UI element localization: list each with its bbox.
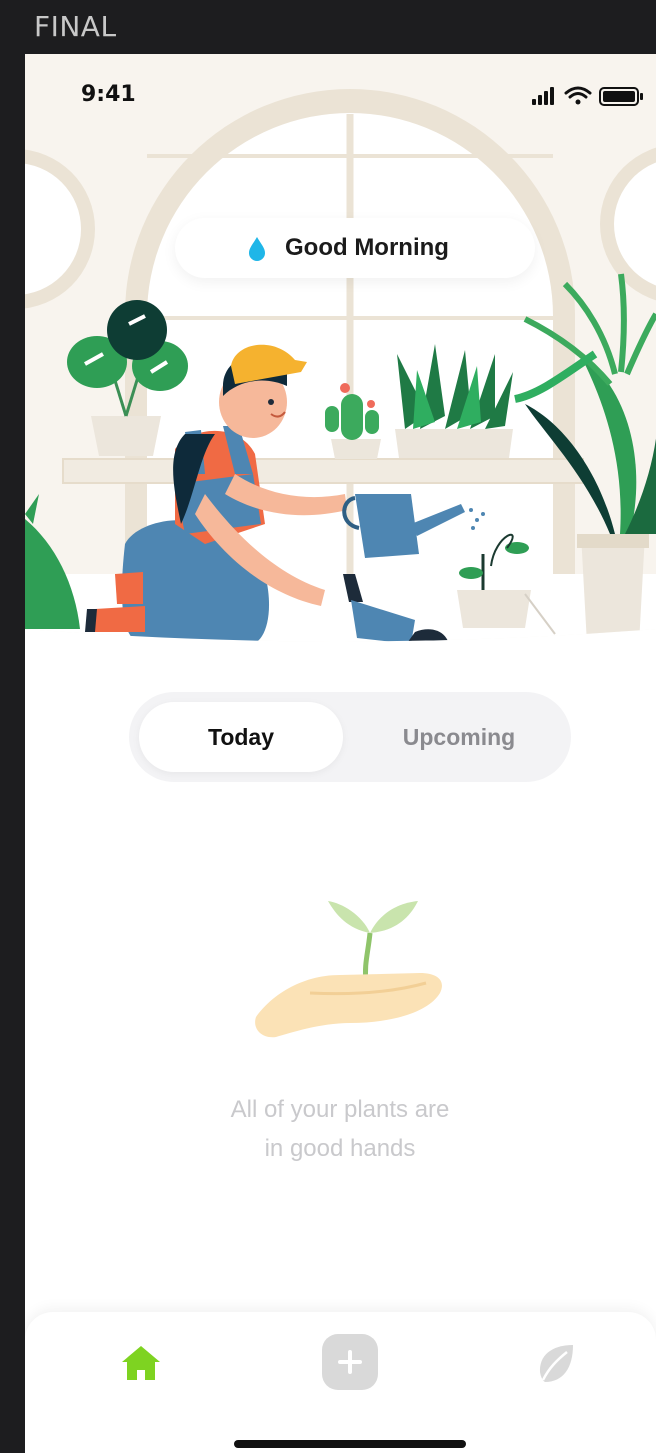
tab-today[interactable]: Today — [139, 702, 343, 772]
app-screen: 9:41 Good Morning Today Upcoming All of … — [25, 54, 656, 1453]
home-icon[interactable] — [120, 1342, 162, 1384]
add-plant-button[interactable] — [322, 1334, 378, 1390]
hero-illustration — [25, 54, 656, 642]
battery-icon — [599, 87, 643, 106]
empty-state-line-2: in good hands — [264, 1135, 416, 1162]
status-time: 9:41 — [81, 82, 136, 107]
wifi-icon — [564, 86, 592, 105]
frame-label: FINAL — [34, 10, 117, 43]
signal-icon — [532, 87, 554, 105]
greeting-pill: Good Morning — [175, 218, 535, 278]
tab-upcoming[interactable]: Upcoming — [357, 702, 561, 772]
leaf-icon[interactable] — [535, 1342, 577, 1384]
empty-state-line-1: All of your plants are — [230, 1096, 450, 1123]
greeting-text: Good Morning — [285, 234, 449, 261]
status-icons — [532, 86, 643, 106]
plus-icon — [338, 1350, 362, 1374]
seedling-in-hand-illustration — [255, 901, 442, 1038]
empty-state-message: All of your plants are in good hands — [140, 1090, 540, 1168]
bottom-tab-bar — [25, 1312, 656, 1453]
water-drop-icon — [249, 237, 265, 261]
segmented-control: Today Upcoming — [129, 692, 571, 782]
status-bar: 9:41 — [25, 54, 656, 134]
home-indicator — [234, 1440, 466, 1448]
